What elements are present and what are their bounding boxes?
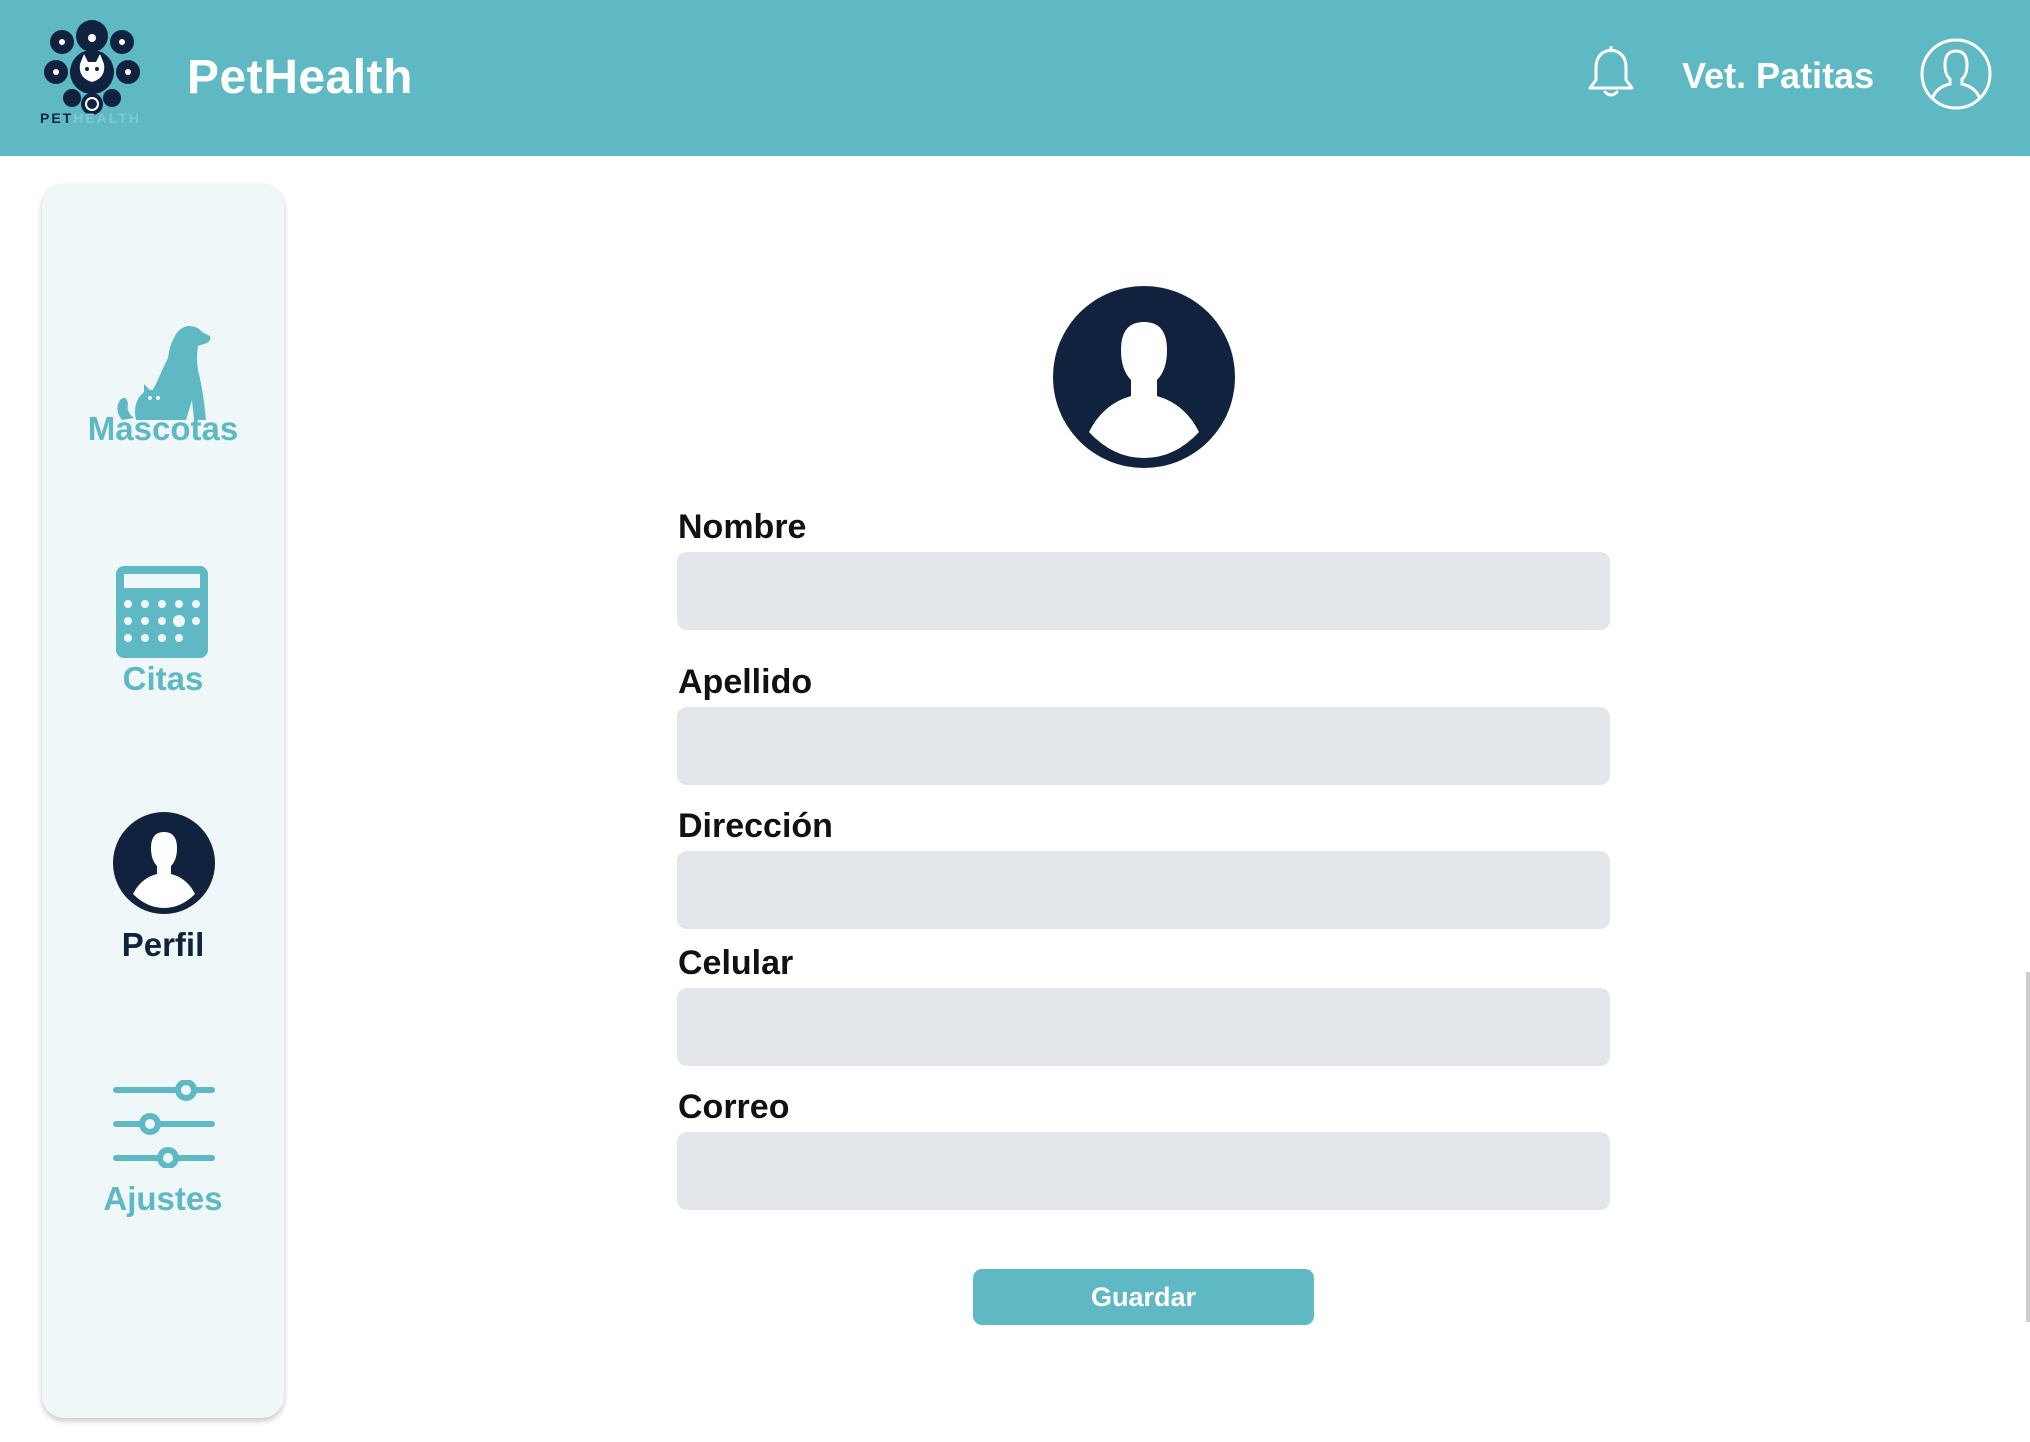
scrollbar[interactable] <box>2026 972 2030 1322</box>
user-circle-icon[interactable] <box>1919 37 1993 111</box>
celular-label: Celular <box>678 944 794 982</box>
sidebar-item-label: Citas <box>122 660 204 697</box>
sidebar-item-perfil[interactable]: Perfil <box>42 812 284 963</box>
nombre-field[interactable] <box>677 552 1610 630</box>
sidebar-item-citas[interactable]: Citas <box>42 564 284 704</box>
sidebar-item-label: Ajustes <box>103 1180 223 1217</box>
calendar-icon <box>116 566 208 658</box>
sidebar-item-label: Perfil <box>121 926 205 963</box>
direccion-label: Dirección <box>678 807 833 845</box>
apellido-label: Apellido <box>678 663 813 701</box>
sidebar-item-mascotas[interactable]: Mascotas <box>42 314 284 454</box>
sidebar-item-ajustes[interactable]: Ajustes <box>42 1080 284 1230</box>
logo-wordmark: PETHEALTH <box>40 110 141 126</box>
correo-field[interactable] <box>677 1132 1610 1210</box>
sliders-icon <box>113 1080 215 1168</box>
save-button[interactable]: Guardar <box>973 1269 1314 1325</box>
correo-label: Correo <box>678 1088 790 1126</box>
user-name[interactable]: Vet. Patitas <box>1682 55 1874 97</box>
direccion-field[interactable] <box>677 851 1610 929</box>
top-bar: PETHEALTH PetHealth Vet. Patitas <box>0 0 2030 156</box>
sidebar-item-label: Mascotas <box>87 410 239 447</box>
apellido-field[interactable] <box>677 707 1610 785</box>
pets-icon <box>117 326 211 420</box>
bell-icon[interactable] <box>1584 46 1638 98</box>
profile-icon <box>113 812 215 914</box>
nombre-label: Nombre <box>678 508 807 546</box>
celular-field[interactable] <box>677 988 1610 1066</box>
sidebar: Mascotas Citas Perfil Ajustes <box>42 184 284 1418</box>
app-title: PetHealth <box>187 51 413 104</box>
profile-avatar-icon[interactable] <box>1053 286 1235 468</box>
